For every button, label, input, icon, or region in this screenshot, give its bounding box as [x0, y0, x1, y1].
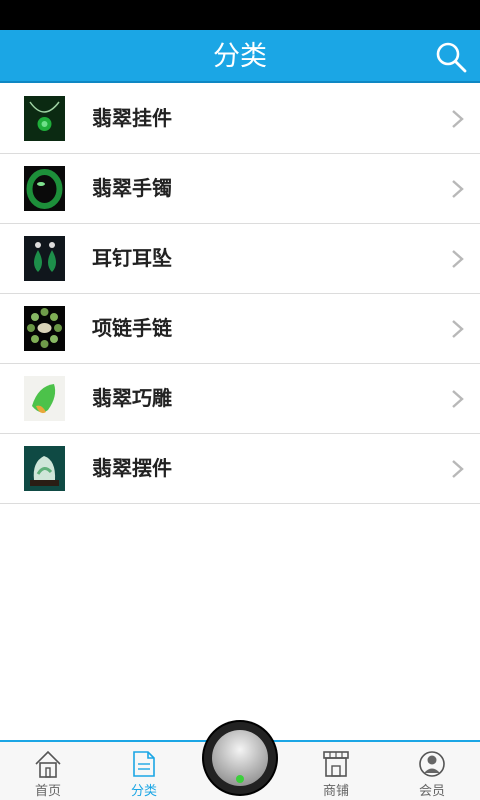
category-label: 耳钉耳坠: [92, 246, 172, 270]
chevron-right-icon: [452, 390, 464, 408]
chevron-right-icon: [452, 180, 464, 198]
category-row-bracelet[interactable]: 翡翠手镯: [0, 154, 480, 224]
tab-shop[interactable]: 商铺: [296, 742, 376, 800]
chevron-right-icon: [452, 460, 464, 478]
category-row-necklace[interactable]: 项链手链: [0, 294, 480, 364]
chevron-right-icon: [452, 320, 464, 338]
tab-label: 首页: [34, 784, 61, 799]
tab-home[interactable]: 首页: [8, 742, 88, 800]
shop-icon: [323, 751, 349, 777]
bracelet-thumbnail: [24, 166, 65, 211]
carving-thumbnail: [24, 376, 65, 421]
category-label: 翡翠手镯: [92, 176, 172, 200]
earring-thumbnail: [24, 236, 65, 281]
category-row-pendant[interactable]: 翡翠挂件: [0, 84, 480, 154]
chevron-right-icon: [452, 110, 464, 128]
tab-member[interactable]: 会员: [392, 742, 472, 800]
home-icon: [35, 750, 61, 778]
search-icon[interactable]: [434, 40, 468, 74]
tab-category[interactable]: 分类: [104, 742, 184, 800]
ornament-thumbnail: [24, 446, 65, 491]
tab-label: 会员: [418, 784, 445, 799]
necklace-thumbnail: [24, 306, 65, 351]
category-row-carving[interactable]: 翡翠巧雕: [0, 364, 480, 434]
category-row-ornament[interactable]: 翡翠摆件: [0, 434, 480, 504]
category-row-earring[interactable]: 耳钉耳坠: [0, 224, 480, 294]
center-action-button[interactable]: [204, 722, 276, 794]
page-title: 分类: [213, 41, 267, 72]
category-icon: [133, 751, 155, 777]
category-list: 翡翠挂件 翡翠手镯 耳钉耳坠 项链手链 翡翠巧雕 翡翠摆件: [0, 84, 480, 504]
category-label: 翡翠摆件: [92, 456, 172, 480]
pendant-thumbnail: [24, 96, 65, 141]
tab-label: 商铺: [322, 784, 349, 799]
category-label: 项链手链: [92, 316, 172, 340]
status-bar: [0, 0, 480, 30]
category-label: 翡翠巧雕: [92, 386, 172, 410]
indicator-dot: [236, 775, 244, 783]
chevron-right-icon: [452, 250, 464, 268]
tab-label: 分类: [130, 784, 157, 799]
app-header: 分类: [0, 30, 480, 83]
category-label: 翡翠挂件: [92, 106, 172, 130]
member-icon: [419, 751, 445, 777]
